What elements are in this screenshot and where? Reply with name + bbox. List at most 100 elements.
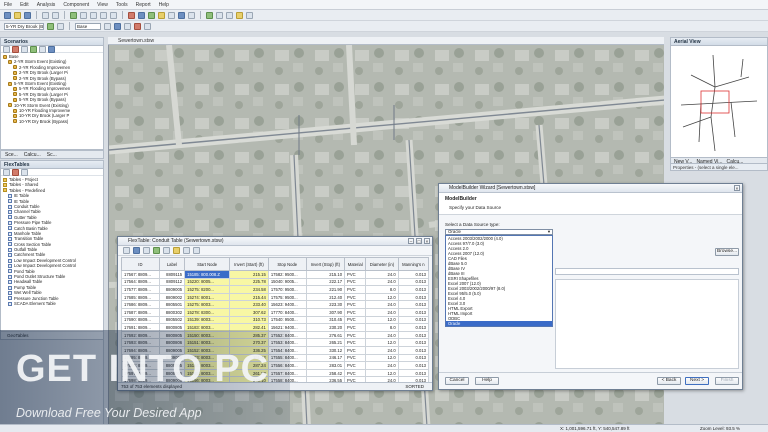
report-icon[interactable] xyxy=(173,247,180,254)
rename-icon[interactable] xyxy=(21,45,28,53)
report-icon[interactable] xyxy=(216,11,223,19)
table-cell[interactable]: 15274: 8001... xyxy=(184,292,231,302)
flextable-icon[interactable] xyxy=(246,11,253,19)
table-cell[interactable]: PVC xyxy=(344,368,367,378)
catch-basin-icon[interactable] xyxy=(148,11,155,19)
time-step-icon[interactable] xyxy=(57,22,64,30)
table-cell[interactable]: 17577: 8809... xyxy=(121,285,160,294)
edit-table-icon[interactable] xyxy=(21,168,28,176)
table-cell[interactable]: 307.62 xyxy=(229,307,269,317)
menu-item[interactable]: Component xyxy=(63,2,89,8)
filter-icon[interactable] xyxy=(143,247,150,254)
table-cell[interactable]: 17570: 9500... xyxy=(267,285,307,294)
table-cell[interactable]: 17540: 9500... xyxy=(267,315,307,325)
table-cell[interactable]: 258.42 xyxy=(305,368,346,378)
aerial-overview[interactable] xyxy=(671,47,767,157)
table-cell[interactable]: 222.17 xyxy=(305,277,346,287)
maximize-button[interactable]: □ xyxy=(416,238,422,244)
table-cell[interactable]: 8.0 xyxy=(365,323,399,332)
batch-run-icon[interactable] xyxy=(48,45,55,53)
table-cell[interactable]: 17567: 8809... xyxy=(121,270,160,279)
scenario-combo[interactable]: 5-YR Dry Brook (Bypass) xyxy=(4,22,44,30)
table-cell[interactable]: 15275: 8003... xyxy=(184,300,231,309)
table-row[interactable]: 17685: 8809... 8809002 15274: 8001... 215.4… xyxy=(121,292,430,302)
table-row[interactable]: 17687: 8809... 8800302 15278: 8300... 307.6… xyxy=(121,307,430,317)
table-cell[interactable]: 15275: 8200... xyxy=(184,285,231,294)
delete-icon[interactable] xyxy=(12,45,19,53)
table-cell[interactable]: 12.0 xyxy=(365,292,399,302)
compute-scenario-icon[interactable] xyxy=(47,22,54,30)
tab-scenario-misc[interactable]: Sc... xyxy=(47,152,57,158)
table-cell[interactable]: 15185: 800.008.Z xyxy=(184,270,231,279)
new-scenario-icon[interactable] xyxy=(3,45,10,53)
table-cell[interactable]: 0.013 xyxy=(397,330,430,340)
table-cell[interactable]: 24.0 xyxy=(365,300,399,309)
table-cell[interactable]: 17770: 8400... xyxy=(267,307,307,317)
table-cell[interactable]: 212.40 xyxy=(305,292,346,302)
table-cell[interactable]: 215.44 xyxy=(229,292,269,302)
dropdown-option[interactable]: Oracle xyxy=(446,321,552,326)
table-cell[interactable]: 17582: 9500... xyxy=(267,270,307,279)
table-cell[interactable]: 276.61 xyxy=(305,330,346,340)
column-header[interactable]: Label xyxy=(158,257,186,271)
table-cell[interactable]: PVC xyxy=(344,277,367,287)
table-cell[interactable]: 0.013 xyxy=(397,300,430,309)
column-header[interactable]: Invert (Start) (ft) xyxy=(229,257,269,271)
table-cell[interactable]: 0.013 xyxy=(397,307,430,317)
view-combo[interactable]: Base xyxy=(75,22,101,30)
table-cell[interactable]: 283.01 xyxy=(305,361,346,370)
table-cell[interactable]: 0.013 xyxy=(397,323,430,332)
undo-icon[interactable] xyxy=(42,11,49,19)
table-cell[interactable]: 17690: 8809... xyxy=(121,315,160,325)
table-cell[interactable]: 8809005 xyxy=(158,285,186,294)
table-cell[interactable]: 233.40 xyxy=(229,300,269,309)
help-button[interactable]: Help xyxy=(475,377,499,385)
table-cell[interactable]: 24.0 xyxy=(365,361,399,370)
table-cell[interactable]: PVC xyxy=(344,285,367,294)
manhole-icon[interactable] xyxy=(138,11,145,19)
table-cell[interactable]: 230.20 xyxy=(305,323,346,332)
table-cell[interactable]: 225.78 xyxy=(229,277,269,287)
minimize-button[interactable]: – xyxy=(408,238,414,244)
table-cell[interactable]: 15278: 8300... xyxy=(184,307,231,317)
make-current-icon[interactable] xyxy=(30,45,37,53)
table-cell[interactable]: 17686: 8809... xyxy=(121,300,160,309)
table-cell[interactable]: 8800302 xyxy=(158,307,186,317)
table-cell[interactable]: 310.45 xyxy=(305,315,346,325)
outfall-icon[interactable] xyxy=(168,11,175,19)
zoom-to-icon[interactable] xyxy=(133,247,140,254)
table-cell[interactable]: 0.013 xyxy=(397,353,430,363)
menu-item[interactable]: Analysis xyxy=(37,2,56,8)
column-header[interactable]: Start Node xyxy=(184,257,231,271)
zoom-out-icon[interactable] xyxy=(100,11,107,19)
layer-icon[interactable] xyxy=(104,22,111,30)
menu-item[interactable]: File xyxy=(4,2,12,8)
column-header[interactable]: Material xyxy=(344,257,367,271)
table-cell[interactable]: 17575: 9500... xyxy=(267,292,307,302)
column-header[interactable]: Manning's n xyxy=(397,257,430,271)
close-button[interactable]: × xyxy=(734,185,740,191)
finish-button[interactable]: Finish xyxy=(715,377,739,385)
table-cell[interactable]: 0.013 xyxy=(397,277,430,287)
table-cell[interactable]: 8809112 xyxy=(158,277,186,287)
highlight-icon[interactable] xyxy=(134,22,141,30)
table-cell[interactable]: 8809002 xyxy=(158,292,186,302)
table-cell[interactable]: PVC xyxy=(344,323,367,332)
table-cell[interactable]: 24.0 xyxy=(365,270,399,279)
pump-icon[interactable] xyxy=(178,11,185,19)
table-cell[interactable]: 234.58 xyxy=(229,285,269,294)
browse-button[interactable]: Browse... xyxy=(715,248,739,256)
map-tab[interactable]: Sewertown.stsw xyxy=(108,38,154,44)
table-cell[interactable]: 265.21 xyxy=(305,338,346,347)
table-cell[interactable]: PVC xyxy=(344,270,367,279)
table-cell[interactable]: 215.15 xyxy=(229,270,269,279)
column-header[interactable]: ID xyxy=(121,257,160,271)
menu-item[interactable]: Tools xyxy=(116,2,128,8)
table-cell[interactable]: 15139: 8003... xyxy=(184,315,231,325)
close-button[interactable]: × xyxy=(424,238,430,244)
table-cell[interactable]: PVC xyxy=(344,345,367,355)
table-cell[interactable]: 12.0 xyxy=(365,368,399,378)
table-cell[interactable]: PVC xyxy=(344,307,367,317)
table-cell[interactable]: 8809115 xyxy=(158,270,186,279)
export-icon[interactable] xyxy=(183,247,190,254)
